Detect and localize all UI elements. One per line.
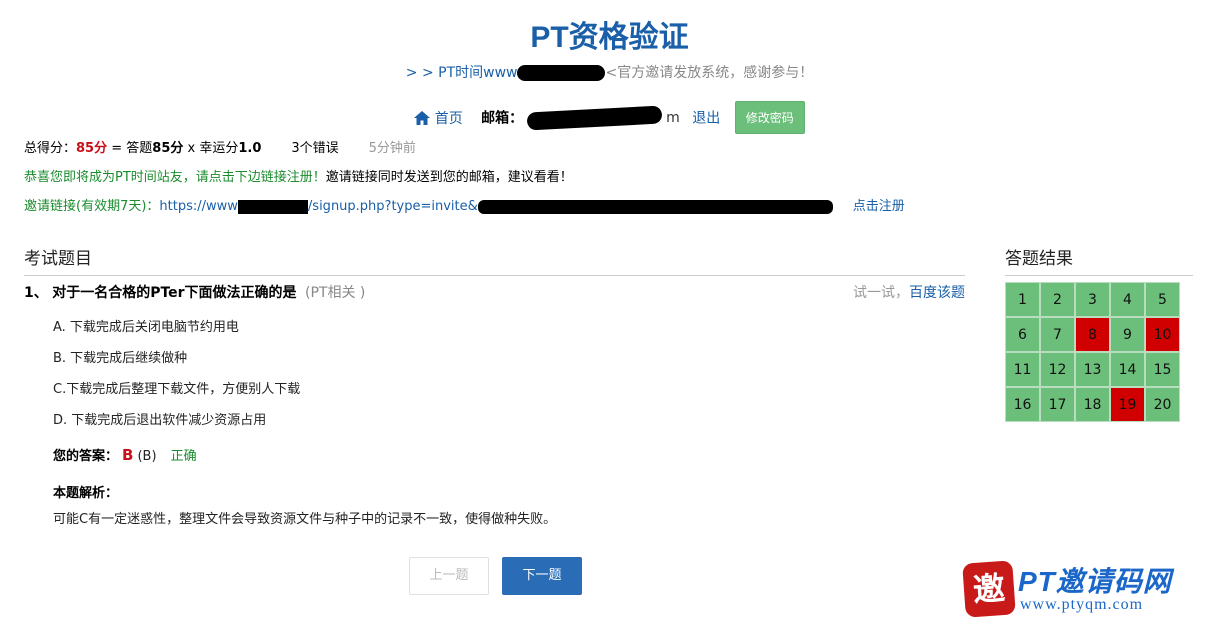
site-link[interactable]: > > PT时间www	[406, 65, 518, 81]
result-cell-11[interactable]: 11	[1005, 352, 1040, 387]
watermark-logo: 邀 PT邀请码网 www.ptyqm.com	[962, 560, 1207, 620]
result-cell-20[interactable]: 20	[1145, 387, 1180, 422]
subtitle-tail: <官方邀请发放系统，感谢参与！	[605, 65, 814, 81]
question-links: 试一试，百度该题	[853, 282, 965, 302]
result-cell-2[interactable]: 2	[1040, 282, 1075, 317]
result-cell-18[interactable]: 18	[1075, 387, 1110, 422]
page-title: PT资格验证	[530, 21, 689, 54]
result-cell-5[interactable]: 5	[1145, 282, 1180, 317]
nav-home-link[interactable]: 首页	[414, 110, 467, 127]
invite-url[interactable]: https://www/signup.php?type=invite&	[159, 199, 833, 214]
time-ago: 5分钟前	[368, 141, 416, 156]
result-cell-15[interactable]: 15	[1145, 352, 1180, 387]
watermark-seal: 邀	[962, 560, 1016, 618]
option-d: D. 下载完成后退出软件减少资源占用	[53, 413, 267, 428]
error-count: 3个错误	[291, 141, 339, 156]
your-answer-label: 您的答案：	[53, 449, 119, 464]
question-header: 1、 对于一名合格的PTer下面做法正确的是 (PT相关 ) 试一试，百度该题	[24, 282, 965, 302]
exam-section-title: 考试题目	[24, 244, 965, 276]
answer-score: 85分	[152, 141, 184, 156]
your-answer-row: 您的答案： B (B) 正确	[53, 445, 197, 464]
score-eq: = 答题	[107, 141, 153, 156]
try-label: 试一试，	[853, 285, 909, 301]
redacted-domain-2	[237, 199, 308, 214]
score-line: 总得分：85分 = 答题85分 x 幸运分1.0 3个错误 5分钟前	[24, 137, 416, 156]
register-link[interactable]: 点击注册	[853, 199, 905, 214]
result-cell-12[interactable]: 12	[1040, 352, 1075, 387]
logout-link[interactable]: 退出	[692, 111, 720, 127]
prev-question-button[interactable]: 上一题	[409, 557, 489, 595]
result-cell-6[interactable]: 6	[1005, 317, 1040, 352]
result-cell-17[interactable]: 17	[1040, 387, 1075, 422]
invite-line: 邀请链接(有效期7天)：https://www/signup.php?type=…	[24, 195, 905, 214]
subtitle: > > PT时间www <官方邀请发放系统，感谢参与！	[0, 62, 1219, 82]
result-cell-10[interactable]: 10	[1145, 317, 1180, 352]
score-label: 总得分：	[24, 141, 77, 156]
question-text: 对于一名合格的PTer下面做法正确的是	[52, 285, 297, 301]
email-tail: m	[666, 109, 680, 126]
watermark-name: PT邀请码网	[1018, 566, 1172, 597]
option-c: C.下载完成后整理下载文件，方便别人下载	[53, 382, 301, 397]
result-cell-1[interactable]: 1	[1005, 282, 1040, 317]
result-cell-8[interactable]: 8	[1075, 317, 1110, 352]
change-password-button[interactable]: 修改密码	[734, 101, 805, 134]
invite-label: 邀请链接(有效期7天)：	[24, 199, 160, 214]
nav-home-label: 首页	[434, 110, 463, 127]
question-number: 1、	[24, 285, 48, 301]
result-cell-3[interactable]: 3	[1075, 282, 1110, 317]
results-section-title: 答题结果	[1005, 244, 1193, 276]
top-nav: 首页 邮箱： m 退出 修改密码	[0, 101, 1219, 134]
email-label: 邮箱：	[481, 110, 524, 127]
score-times: x 幸运分	[183, 141, 239, 156]
result-cell-4[interactable]: 4	[1110, 282, 1145, 317]
option-b: B. 下载完成后继续做种	[53, 351, 188, 366]
redacted-email	[526, 104, 663, 131]
luck-score: 1.0	[238, 141, 262, 156]
home-icon	[414, 110, 431, 125]
result-cell-13[interactable]: 13	[1075, 352, 1110, 387]
watermark-url: www.ptyqm.com	[1020, 596, 1144, 613]
result-cell-16[interactable]: 16	[1005, 387, 1040, 422]
next-question-button[interactable]: 下一题	[502, 557, 582, 595]
analysis-title: 本题解析：	[53, 486, 119, 501]
total-score: 85分	[76, 141, 108, 156]
congrats-note: 邀请链接同时发送到您的邮箱，建议看看！	[325, 170, 573, 185]
redacted-token	[477, 199, 833, 214]
result-cell-14[interactable]: 14	[1110, 352, 1145, 387]
your-answer-value: B	[122, 446, 134, 464]
result-cell-7[interactable]: 7	[1040, 317, 1075, 352]
option-a: A. 下载完成后关闭电脑节约用电	[53, 320, 239, 335]
redacted-domain	[517, 65, 606, 81]
result-cell-19[interactable]: 19	[1110, 387, 1145, 422]
analysis-text: 可能C有一定迷惑性，整理文件会导致资源文件与种子中的记录不一致，使得做种失败。	[53, 512, 557, 527]
correct-answer: (B)	[137, 449, 157, 464]
question-tag: (PT相关 )	[305, 285, 366, 301]
congrats-message: 恭喜您即将成为PT时间站友，请点击下边链接注册！邀请链接同时发送到您的邮箱，建议…	[24, 166, 573, 185]
results-grid: 1 2 3 4 5 6 7 8 9 10 11 12 13 14 15 16 17 18 19 20	[1005, 282, 1180, 422]
baidu-search-link[interactable]: 百度该题	[909, 285, 965, 301]
congrats-green: 恭喜您即将成为PT时间站友，请点击下边链接注册！	[24, 170, 326, 185]
result-cell-9[interactable]: 9	[1110, 317, 1145, 352]
verdict: 正确	[170, 449, 197, 464]
